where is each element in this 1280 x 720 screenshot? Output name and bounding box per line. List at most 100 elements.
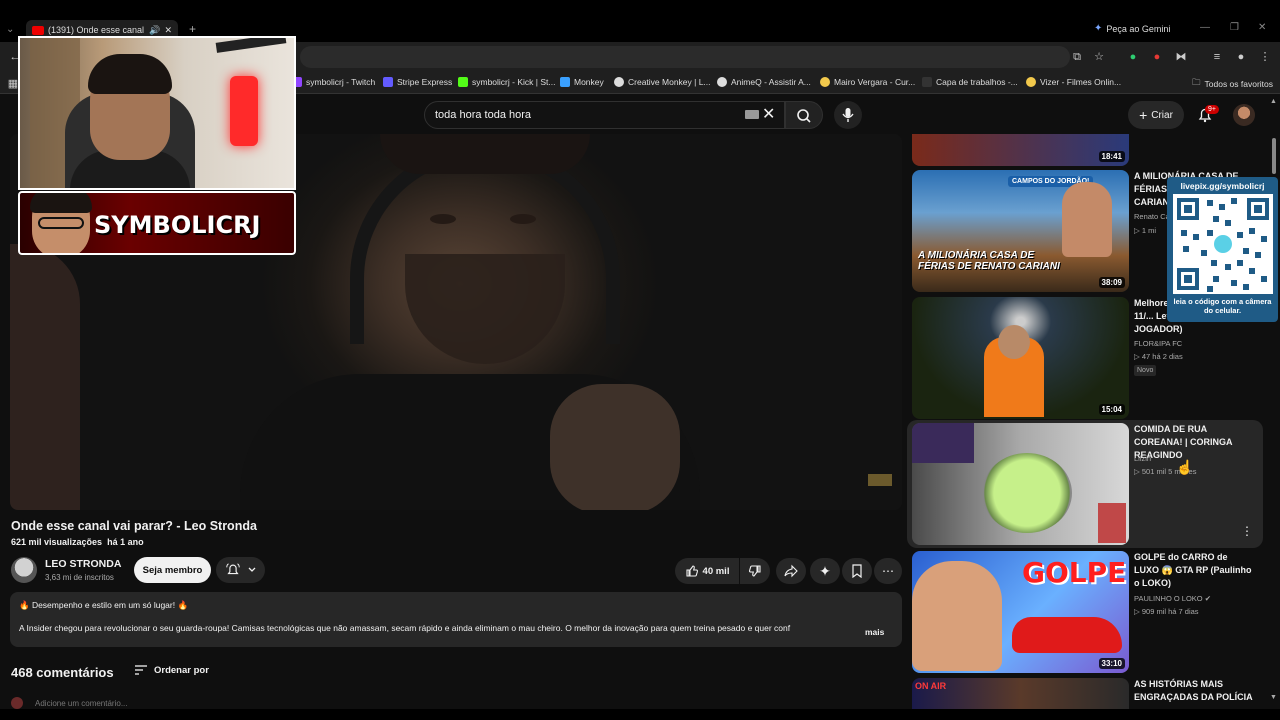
video-hair	[380, 134, 590, 174]
views-icon: ▷	[1134, 467, 1142, 476]
video-thumbnail[interactable]: 18:41	[912, 134, 1129, 166]
recommendation-item[interactable]: ON AIR AS HISTÓRIAS MAIS ENGRAÇADAS DA P…	[912, 678, 1262, 709]
audio-icon[interactable]: 🔊	[149, 25, 160, 36]
bookmark-7[interactable]: Capa de trabalhos -...	[922, 77, 1018, 87]
bookmark-favicon-icon	[717, 77, 727, 87]
close-window-icon[interactable]: ✕	[1258, 22, 1266, 33]
join-member-button[interactable]: Seja membro	[134, 557, 211, 583]
dislike-button[interactable]	[740, 558, 770, 584]
clear-search-icon[interactable]: ✕	[762, 104, 775, 124]
add-comment-input[interactable]: Adicione um comentário...	[35, 699, 128, 708]
bookmark-label: symbolicrj - Kick | St...	[472, 77, 556, 87]
rec-channel[interactable]: Lilzin	[1134, 454, 1151, 463]
thumbnail-caption: A MILIONÁRIA CASA DE FÉRIAS DE RENATO CA…	[918, 250, 1060, 272]
bookmark-0[interactable]: symbolicrj - Twitch	[292, 77, 375, 87]
webcam-mic	[230, 76, 258, 146]
recommendation-item[interactable]: GOLPE! 33:10 GOLPE do CARRO de LUXO 😱 GT…	[912, 551, 1262, 673]
youtube-favicon-icon	[32, 25, 44, 35]
rec-title[interactable]: COMIDA DE RUA COREANA! | CORINGA REAGIND…	[1134, 423, 1254, 462]
sort-comments-button[interactable]: Ordenar por	[134, 664, 209, 676]
bookmark-2[interactable]: symbolicrj - Kick | St...	[458, 77, 555, 87]
bookmark-label: AnimeQ - Assistir A...	[731, 77, 811, 87]
share-button[interactable]	[776, 558, 806, 584]
video-thumbnail[interactable]: 15:04	[912, 297, 1129, 419]
video-duration: 15:04	[1098, 404, 1125, 415]
bookmark-6[interactable]: Mairo Vergara - Cur...	[820, 77, 915, 87]
rec-more-menu-icon[interactable]: ⋮	[1241, 524, 1253, 538]
extensions-puzzle-icon[interactable]: ⧓	[1174, 50, 1188, 64]
media-control-icon[interactable]: ≡	[1210, 50, 1224, 64]
rec-meta: ▷ 1 mi	[1134, 226, 1156, 235]
address-bar[interactable]	[300, 46, 1070, 68]
extension-red-icon[interactable]: ●	[1150, 50, 1164, 64]
profile-avatar-icon[interactable]: ●	[1234, 50, 1248, 64]
account-avatar[interactable]	[1233, 104, 1255, 126]
bookmark-1[interactable]: Stripe Express	[383, 77, 452, 87]
more-actions-button[interactable]: ⋯	[874, 558, 902, 584]
sort-icon	[135, 665, 147, 675]
bookmark-3[interactable]: Monkey	[560, 77, 604, 87]
gemini-spark-icon: ✦	[1094, 23, 1103, 34]
scroll-down-arrow-icon[interactable]: ▼	[1270, 694, 1277, 701]
install-app-icon[interactable]: ⧉	[1070, 50, 1084, 64]
thumbnail-person	[1062, 182, 1112, 257]
rec-title[interactable]: AS HISTÓRIAS MAIS ENGRAÇADAS DA POLÍCIA	[1134, 678, 1254, 704]
description-line-1: 🔥 Desempenho e estilo em um só lugar! 🔥	[19, 600, 189, 610]
rec-title[interactable]: GOLPE do CARRO de LUXO 😱 GTA RP (Paulinh…	[1134, 551, 1254, 590]
video-eye	[510, 214, 536, 224]
tab-close-icon[interactable]: ✕	[164, 25, 172, 36]
video-thumbnail[interactable]: CAMPOS DO JORDÃO! A MILIONÁRIA CASA DE F…	[912, 170, 1129, 292]
video-eye	[430, 214, 456, 224]
folder-icon: 🗀	[1192, 77, 1201, 87]
browser-menu-icon[interactable]: ⋮	[1258, 50, 1272, 64]
bookmark-favicon-icon	[383, 77, 393, 87]
create-button[interactable]: + Criar	[1128, 101, 1184, 129]
all-bookmarks-folder[interactable]: 🗀 Todos os favoritos	[1192, 77, 1273, 91]
save-button[interactable]	[842, 558, 872, 584]
recommendation-item-hovered[interactable]: COMIDA DE RUA COREANA! | CORINGA REAGIND…	[907, 420, 1263, 548]
maximize-icon[interactable]: ❐	[1230, 22, 1239, 33]
search-input[interactable]: toda hora toda hora	[424, 101, 785, 129]
new-tab-icon[interactable]: +	[189, 22, 196, 36]
thumbs-down-icon	[748, 565, 761, 577]
rec-channel[interactable]: FLOR&IPA FC	[1134, 339, 1182, 348]
recommendation-item[interactable]: 18:41	[912, 134, 1262, 166]
bookmark-5[interactable]: AnimeQ - Assistir A...	[717, 77, 811, 87]
qr-url: livepix.gg/symbolicrj	[1180, 181, 1265, 191]
channel-name[interactable]: LEO STRONDA	[45, 558, 121, 570]
qr-modules	[1180, 198, 1267, 292]
video-thumbnail[interactable]: GOLPE! 33:10	[912, 551, 1129, 673]
video-description[interactable]: 🔥 Desempenho e estilo em um só lugar! 🔥 …	[10, 592, 902, 647]
views-icon: ▷	[1134, 226, 1142, 235]
bookmark-4[interactable]: Creative Monkey | L...	[614, 77, 711, 87]
search-value: toda hora toda hora	[435, 109, 532, 121]
video-thumbnail[interactable]	[912, 423, 1129, 545]
sidebar-scrollbar[interactable]	[1272, 138, 1276, 174]
webcam-person-hair	[88, 54, 172, 94]
scroll-up-arrow-icon[interactable]: ▲	[1270, 98, 1277, 105]
bookmark-favicon-icon	[820, 77, 830, 87]
video-thumbnail[interactable]: ON AIR	[912, 678, 1129, 709]
ask-ai-button[interactable]: ✦	[810, 558, 840, 584]
search-button[interactable]	[785, 101, 823, 129]
thumbs-up-icon	[685, 565, 698, 577]
extension-green-icon[interactable]: ●	[1126, 50, 1140, 64]
gemini-button[interactable]: ✦ Peça ao Gemini	[1094, 23, 1170, 34]
sort-label: Ordenar por	[154, 664, 209, 676]
keyboard-icon[interactable]	[745, 110, 759, 119]
views-icon: ▷	[1134, 352, 1142, 361]
tab-title: (1391) Onde esse canal vai	[48, 25, 145, 35]
like-button[interactable]: 40 mil	[675, 558, 739, 584]
bookmark-star-icon[interactable]: ☆	[1092, 50, 1106, 64]
rec-channel[interactable]: PAULINHO O LOKO ✔	[1134, 594, 1211, 603]
tab-search-icon[interactable]: ⌄	[6, 24, 14, 35]
thumbnail-streamer-cam	[912, 423, 974, 463]
new-badge: Novo	[1134, 365, 1157, 376]
minimize-icon[interactable]: —	[1200, 22, 1210, 33]
bookmark-8[interactable]: Vizer - Filmes Onlin...	[1026, 77, 1121, 87]
channel-avatar[interactable]	[11, 557, 37, 583]
subscription-notification-button[interactable]	[216, 557, 265, 583]
show-more-link[interactable]: mais	[865, 627, 884, 637]
create-label: Criar	[1151, 109, 1173, 121]
voice-search-button[interactable]	[834, 101, 862, 129]
